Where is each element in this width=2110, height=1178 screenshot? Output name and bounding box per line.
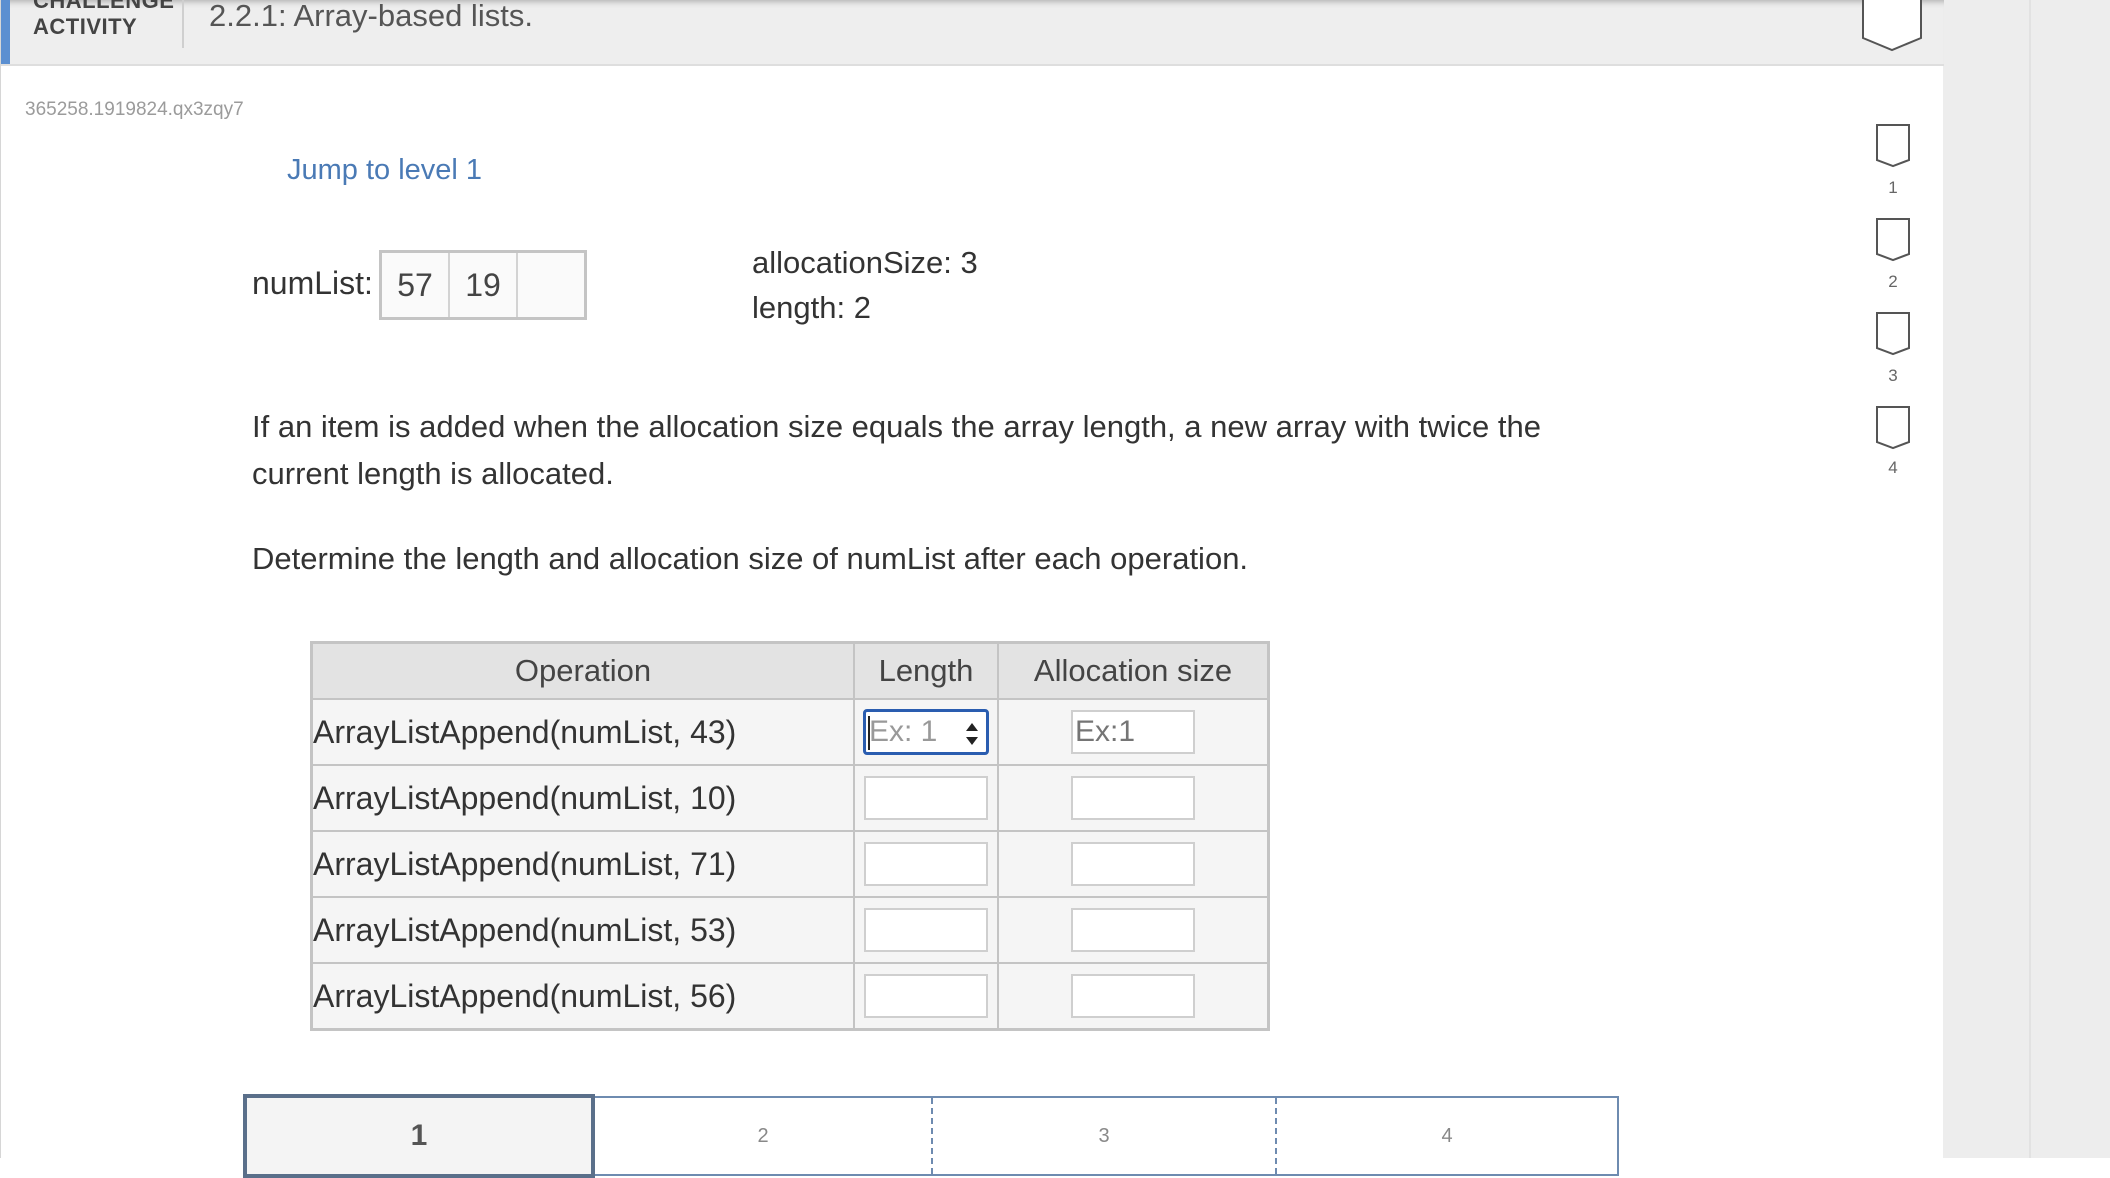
activity-header: CHALLENGE ACTIVITY 2.2.1: Array-based li… <box>1 0 1944 66</box>
jump-to-level-link[interactable]: Jump to level 1 <box>287 154 482 187</box>
allocation-input-3[interactable] <box>1071 842 1195 886</box>
level-tab-2[interactable]: 2 <box>595 1098 933 1174</box>
length-input-3[interactable] <box>864 842 988 886</box>
activity-type-label-top: CHALLENGE <box>33 0 175 13</box>
length-input-5[interactable] <box>864 974 988 1018</box>
header-divider <box>182 0 184 48</box>
length-cell <box>853 830 999 898</box>
allocation-input-4[interactable] <box>1071 908 1195 952</box>
level-badge-4: 4 <box>1871 406 1915 477</box>
spinner-arrows-icon[interactable] <box>965 719 979 749</box>
level-badge-number: 1 <box>1888 178 1898 197</box>
level-badge-2: 2 <box>1871 218 1915 291</box>
numlist-label: numList: <box>252 265 373 301</box>
allocation-cell <box>997 764 1270 832</box>
right-gutter <box>1943 0 2110 1158</box>
array-cell-empty <box>518 253 584 317</box>
level-4-badge-icon <box>1876 406 1910 450</box>
table-row: ArrayListAppend(numList, 56) <box>310 962 1270 1031</box>
allocation-cell <box>997 830 1270 898</box>
length-cell <box>853 764 999 832</box>
header-operation: Operation <box>310 641 855 700</box>
activity-title: 2.2.1: Array-based lists. <box>209 0 533 33</box>
level-tab-3[interactable]: 3 <box>933 1098 1277 1174</box>
table-row: ArrayListAppend(numList, 71) <box>310 830 1270 898</box>
text-caret <box>868 716 870 750</box>
header-accent-bar <box>1 0 10 64</box>
operation-cell: ArrayListAppend(numList, 71) <box>310 830 855 898</box>
table-header-row: Operation Length Allocation size <box>310 641 1270 700</box>
level-badge-1: 1 <box>1871 124 1915 197</box>
allocation-input-5[interactable] <box>1071 974 1195 1018</box>
length-cell <box>853 962 999 1031</box>
allocation-cell <box>997 896 1270 964</box>
level-badge-number: 2 <box>1888 272 1898 291</box>
allocation-input-2[interactable] <box>1071 776 1195 820</box>
completion-badge-icon <box>1861 0 1923 52</box>
level-badge-number: 3 <box>1888 366 1898 385</box>
level-tab-4[interactable]: 4 <box>1277 1098 1617 1174</box>
level-3-badge-icon <box>1876 312 1910 356</box>
activity-id: 365258.1919824.qx3zqy7 <box>25 99 244 120</box>
length-cell: Ex: 1 <box>853 698 999 766</box>
operation-cell: ArrayListAppend(numList, 10) <box>310 764 855 832</box>
level-progress-bar: 1 2 3 4 <box>243 1094 1619 1178</box>
length-input-4[interactable] <box>864 908 988 952</box>
activity-type-label: ACTIVITY <box>33 14 138 39</box>
length-cell <box>853 896 999 964</box>
array-cell: 19 <box>450 253 518 317</box>
level-badge-3: 3 <box>1871 312 1915 385</box>
level-1-badge-icon <box>1876 124 1910 168</box>
length-text: length: 2 <box>752 290 871 325</box>
operation-cell: ArrayListAppend(numList, 53) <box>310 896 855 964</box>
instruction-question: Determine the length and allocation size… <box>252 541 1249 576</box>
length-input-1[interactable]: Ex: 1 <box>863 709 989 755</box>
allocation-cell <box>997 698 1270 766</box>
length-input-2[interactable] <box>864 776 988 820</box>
length-input-placeholder: Ex: 1 <box>869 715 938 748</box>
table-row: ArrayListAppend(numList, 10) <box>310 764 1270 832</box>
header-length: Length <box>853 641 999 700</box>
allocation-input-1[interactable] <box>1071 710 1195 754</box>
level-badge-number: 4 <box>1888 458 1898 477</box>
numlist-array: 57 19 <box>379 250 587 320</box>
allocation-size-text: allocationSize: 3 <box>752 245 978 280</box>
array-cell: 57 <box>382 253 450 317</box>
level-2-badge-icon <box>1876 218 1910 262</box>
activity-card: CHALLENGE ACTIVITY 2.2.1: Array-based li… <box>0 0 1944 1178</box>
level-tab-1[interactable]: 1 <box>243 1094 595 1178</box>
operation-cell: ArrayListAppend(numList, 43) <box>310 698 855 766</box>
instruction-paragraph: If an item is added when the allocation … <box>252 409 1541 491</box>
table-row: ArrayListAppend(numList, 53) <box>310 896 1270 964</box>
allocation-cell <box>997 962 1270 1031</box>
gutter-divider <box>2029 0 2031 1158</box>
operations-table: Operation Length Allocation size ArrayLi… <box>310 641 1270 1031</box>
table-row: ArrayListAppend(numList, 43) Ex: 1 <box>310 698 1270 766</box>
header-allocation-size: Allocation size <box>997 641 1270 700</box>
operation-cell: ArrayListAppend(numList, 56) <box>310 962 855 1031</box>
